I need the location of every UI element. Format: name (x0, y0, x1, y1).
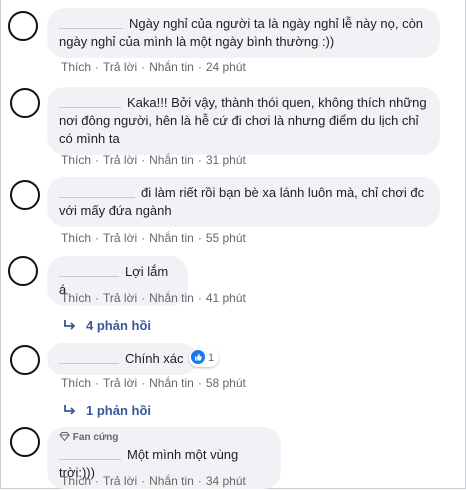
like-link[interactable]: Thích (61, 376, 91, 390)
author-name[interactable] (59, 184, 135, 198)
timestamp[interactable]: 31 phút (206, 153, 246, 167)
timestamp[interactable]: 58 phút (206, 376, 246, 390)
view-replies-link[interactable]: 4 phản hồi (64, 318, 151, 333)
comment-bubble: Chính xác (47, 343, 197, 375)
comment-bubble: Kaka!!! Bởi vậy, thành thói quen, không … (47, 87, 440, 155)
replies-count: 1 phản hồi (86, 403, 151, 418)
like-link[interactable]: Thích (61, 60, 91, 74)
author-name[interactable] (59, 350, 119, 364)
author-name[interactable] (59, 446, 121, 460)
comment-actions: Thích · Trả lời · Nhắn tin · 58 phút (61, 376, 246, 390)
comment-actions: Thích · Trả lời · Nhắn tin · 24 phút (61, 60, 246, 74)
comment-bubble: Ngày nghỉ của người ta là ngày nghỉ lễ n… (47, 8, 440, 58)
message-link[interactable]: Nhắn tin (149, 376, 194, 390)
comment-actions: Thích · Trả lời · Nhắn tin · 55 phút (61, 231, 246, 245)
reply-arrow-icon (64, 403, 78, 418)
reaction-summary[interactable]: 1 (189, 349, 220, 367)
like-link[interactable]: Thích (61, 153, 91, 167)
timestamp[interactable]: 34 phút (206, 474, 246, 488)
timestamp[interactable]: 55 phút (206, 231, 246, 245)
avatar[interactable] (8, 256, 38, 286)
timestamp[interactable]: 24 phút (206, 60, 246, 74)
badge-label: Fan cứng (72, 432, 119, 443)
fan-badge: Fan cứng (59, 432, 269, 444)
reply-link[interactable]: Trả lời (103, 231, 137, 245)
author-name[interactable] (59, 94, 121, 108)
comment-text: Chính xác (125, 351, 184, 366)
author-name[interactable] (59, 15, 123, 29)
comment-bubble: đi làm riết rồi bạn bè xa lánh luôn mà, … (47, 177, 440, 227)
like-link[interactable]: Thích (61, 231, 91, 245)
like-link[interactable]: Thích (61, 291, 91, 305)
avatar[interactable] (8, 11, 38, 41)
message-link[interactable]: Nhắn tin (149, 291, 194, 305)
like-link[interactable]: Thích (61, 474, 91, 488)
message-link[interactable]: Nhắn tin (149, 60, 194, 74)
author-name[interactable] (59, 263, 119, 277)
reply-link[interactable]: Trả lời (103, 291, 137, 305)
message-link[interactable]: Nhắn tin (149, 231, 194, 245)
message-link[interactable]: Nhắn tin (149, 474, 194, 488)
timestamp[interactable]: 41 phút (206, 291, 246, 305)
avatar[interactable] (10, 88, 40, 118)
reply-link[interactable]: Trả lời (103, 60, 137, 74)
comment-actions: Thích · Trả lời · Nhắn tin · 34 phút (61, 474, 246, 488)
avatar[interactable] (10, 180, 40, 210)
view-replies-link[interactable]: 1 phản hồi (64, 403, 151, 418)
reply-link[interactable]: Trả lời (103, 376, 137, 390)
replies-count: 4 phản hồi (86, 318, 151, 333)
reply-link[interactable]: Trả lời (103, 474, 137, 488)
avatar[interactable] (10, 427, 40, 457)
reaction-count: 1 (208, 352, 215, 364)
diamond-icon (59, 432, 70, 443)
message-link[interactable]: Nhắn tin (149, 153, 194, 167)
comment-actions: Thích · Trả lời · Nhắn tin · 31 phút (61, 153, 246, 167)
reply-arrow-icon (64, 318, 78, 333)
avatar[interactable] (10, 345, 40, 375)
reply-link[interactable]: Trả lời (103, 153, 137, 167)
like-icon (191, 350, 205, 364)
comment-actions: Thích · Trả lời · Nhắn tin · 41 phút (61, 291, 246, 305)
